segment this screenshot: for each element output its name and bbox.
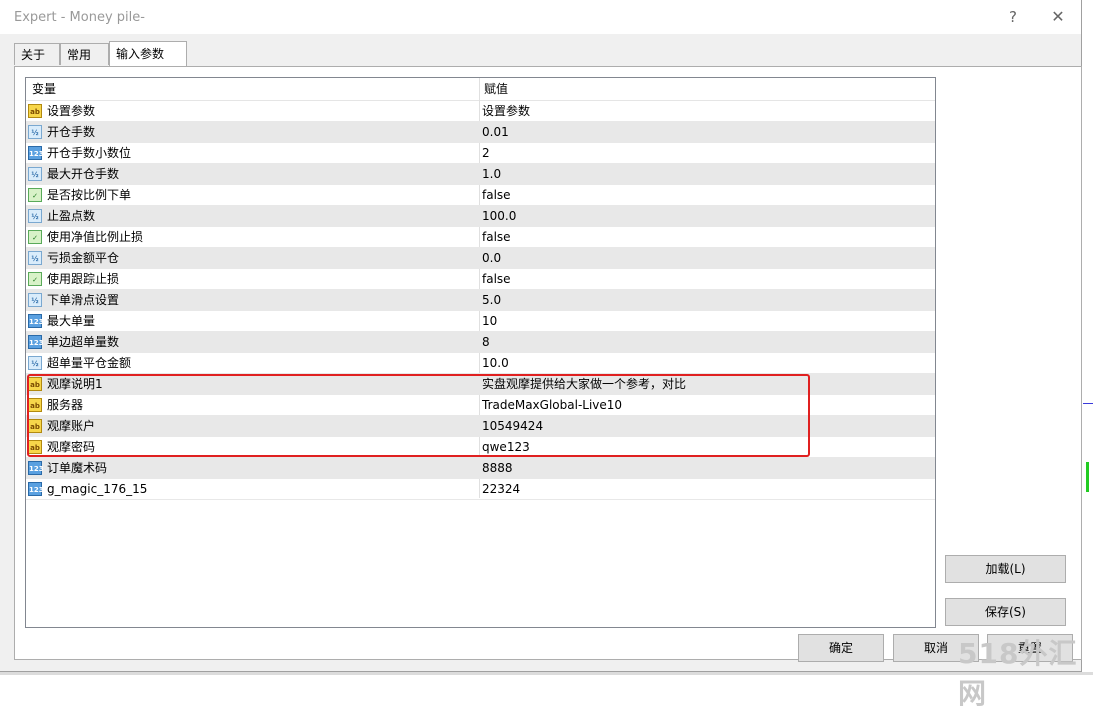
parameter-value[interactable]: 10.0 [482,353,509,374]
parameter-value[interactable]: 1.0 [482,164,501,185]
parameter-value[interactable]: 10 [482,311,497,332]
parameter-row[interactable]: ½ 止盈点数 100.0 [26,206,935,227]
parameter-name: 最大单量 [47,314,96,328]
parameter-value[interactable]: 2 [482,143,490,164]
parameter-row[interactable]: ✓ 使用净值比例止损 false [26,227,935,248]
parameter-value[interactable]: 0.0 [482,248,501,269]
parameter-row[interactable]: ab 服务器 TradeMaxGlobal-Live10 [26,395,935,416]
double-type-icon: ½ [28,209,42,223]
parameter-row[interactable]: 123 单边超单量数 8 [26,332,935,353]
parameter-row[interactable]: ½ 下单滑点设置 5.0 [26,290,935,311]
parameter-name: 是否按比例下单 [47,188,132,202]
title-bar: Expert - Money pile- ? ✕ [0,0,1081,34]
parameter-name: g_magic_176_15 [47,482,148,496]
ok-button[interactable]: 确定 [798,634,884,662]
column-header-variable[interactable]: 变量 [32,78,56,100]
double-type-icon: ½ [28,293,42,307]
parameter-row[interactable]: ✓ 是否按比例下单 false [26,185,935,206]
parameters-grid: 变量 赋值 ab 设置参数 设置参数 ½ 开仓手数 0.01 123 开仓手数小数位 2 ½ 最大开… [25,77,936,628]
parameter-name: 开仓手数 [47,125,96,139]
parameter-name: 观摩账户 [47,419,96,433]
parameter-value[interactable]: 10549424 [482,416,543,437]
parameter-rows: ab 设置参数 设置参数 ½ 开仓手数 0.01 123 开仓手数小数位 2 ½ 最大开仓手数 1.0… [26,101,935,500]
string-type-icon: ab [28,419,42,433]
integer-type-icon: 123 [28,314,44,328]
parameter-name: 单边超单量数 [47,335,120,349]
parameter-name: 设置参数 [47,104,96,118]
parameter-row[interactable]: ½ 最大开仓手数 1.0 [26,164,935,185]
parameter-name: 观摩密码 [47,440,96,454]
parameter-row[interactable]: ½ 开仓手数 0.01 [26,122,935,143]
chart-candle [1086,462,1089,492]
parameter-value[interactable]: 0.01 [482,122,509,143]
parameter-row[interactable]: 123 最大单量 10 [26,311,935,332]
tab-about[interactable]: 关于 [14,43,60,65]
parameter-value[interactable]: false [482,185,511,206]
double-type-icon: ½ [28,167,42,181]
integer-type-icon: 123 [28,461,44,475]
parameter-name: 止盈点数 [47,209,96,223]
grid-header: 变量 赋值 [26,78,935,101]
bool-type-icon: ✓ [28,188,42,202]
parameter-value[interactable]: false [482,227,511,248]
help-icon[interactable]: ? [999,6,1027,28]
parameter-value[interactable]: 5.0 [482,290,501,311]
parameter-row[interactable]: ✓ 使用跟踪止损 false [26,269,935,290]
string-type-icon: ab [28,104,42,118]
load-button[interactable]: 加载(L) [945,555,1066,583]
integer-type-icon: 123 [28,482,44,496]
parameter-value[interactable]: qwe123 [482,437,530,458]
parameter-row[interactable]: ab 观摩账户 10549424 [26,416,935,437]
parameter-name: 开仓手数小数位 [47,146,132,160]
string-type-icon: ab [28,398,42,412]
parameter-row[interactable]: 123 订单魔术码 8888 [26,458,935,479]
parameter-value[interactable]: 100.0 [482,206,516,227]
parameter-row[interactable]: ½ 超单量平仓金额 10.0 [26,353,935,374]
parameter-row[interactable]: ½ 亏损金额平仓 0.0 [26,248,935,269]
parameter-value[interactable]: 8 [482,332,490,353]
parameter-value[interactable]: 8888 [482,458,513,479]
parameter-name: 最大开仓手数 [47,167,120,181]
tab-common[interactable]: 常用 [60,43,109,65]
parameter-row[interactable]: ab 观摩说明1 实盘观摩提供给大家做一个参考，对比 [26,374,935,395]
integer-type-icon: 123 [28,335,44,349]
parameter-value[interactable]: 22324 [482,479,520,500]
chart-price-line [1083,403,1093,404]
bool-type-icon: ✓ [28,230,42,244]
window-title: Expert - Money pile- [14,10,145,25]
background-chart-edge [1082,0,1093,675]
parameter-name: 使用跟踪止损 [47,272,120,286]
bool-type-icon: ✓ [28,272,42,286]
double-type-icon: ½ [28,125,42,139]
string-type-icon: ab [28,440,42,454]
column-header-value[interactable]: 赋值 [484,78,508,100]
parameter-row[interactable]: 123 开仓手数小数位 2 [26,143,935,164]
save-button[interactable]: 保存(S) [945,598,1066,626]
parameter-value[interactable]: false [482,269,511,290]
string-type-icon: ab [28,377,42,391]
double-type-icon: ½ [28,356,42,370]
parameter-row[interactable]: 123 g_magic_176_15 22324 [26,479,935,500]
parameter-name: 超单量平仓金额 [47,356,132,370]
parameter-value[interactable]: TradeMaxGlobal-Live10 [482,395,622,416]
parameter-value[interactable]: 设置参数 [482,101,530,122]
integer-type-icon: 123 [28,146,44,160]
parameter-name: 服务器 [47,398,84,412]
parameter-name: 使用净值比例止损 [47,230,144,244]
parameter-name: 观摩说明1 [47,377,103,391]
parameter-name: 订单魔术码 [47,461,108,475]
parameter-name: 亏损金额平仓 [47,251,120,265]
tab-input-parameters[interactable]: 输入参数 [109,41,187,66]
parameter-row[interactable]: ab 设置参数 设置参数 [26,101,935,122]
parameter-row[interactable]: ab 观摩密码 qwe123 [26,437,935,458]
expert-properties-dialog: Expert - Money pile- ? ✕ 关于 常用 输入参数 变量 赋… [0,0,1082,672]
parameter-name: 下单滑点设置 [47,293,120,307]
parameter-value[interactable]: 实盘观摩提供给大家做一个参考，对比 [482,374,686,395]
double-type-icon: ½ [28,251,42,265]
close-icon[interactable]: ✕ [1044,6,1072,28]
